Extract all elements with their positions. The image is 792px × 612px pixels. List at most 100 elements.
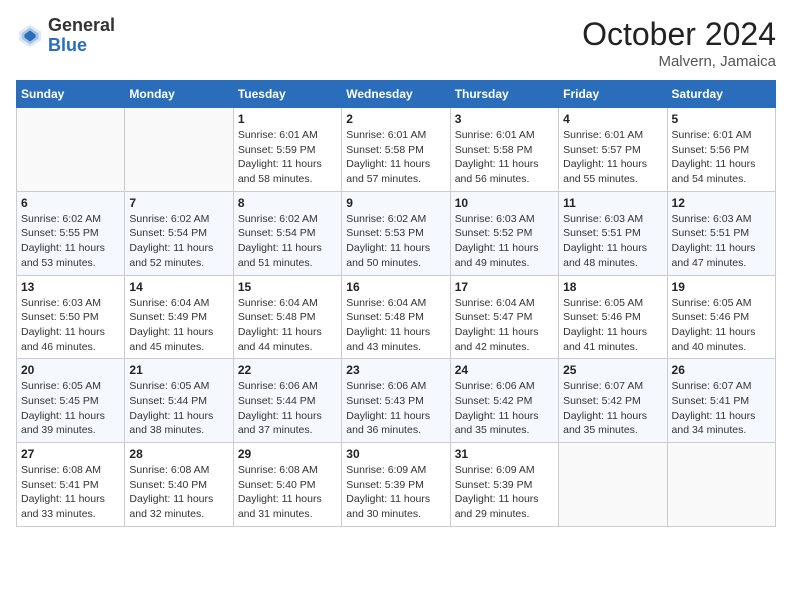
- day-detail: Sunrise: 6:04 AM Sunset: 5:49 PM Dayligh…: [129, 296, 228, 355]
- calendar-cell: [559, 443, 667, 527]
- day-number: 31: [455, 447, 554, 461]
- calendar-cell: 5 Sunrise: 6:01 AM Sunset: 5:56 PM Daylig…: [667, 108, 775, 192]
- weekday-header-wednesday: Wednesday: [342, 81, 450, 108]
- day-number: 15: [238, 280, 337, 294]
- day-number: 2: [346, 112, 445, 126]
- day-number: 5: [672, 112, 771, 126]
- day-detail: Sunrise: 6:04 AM Sunset: 5:47 PM Dayligh…: [455, 296, 554, 355]
- day-detail: Sunrise: 6:03 AM Sunset: 5:51 PM Dayligh…: [672, 212, 771, 271]
- day-number: 10: [455, 196, 554, 210]
- day-detail: Sunrise: 6:06 AM Sunset: 5:42 PM Dayligh…: [455, 379, 554, 438]
- day-detail: Sunrise: 6:09 AM Sunset: 5:39 PM Dayligh…: [346, 463, 445, 522]
- calendar-cell: 1 Sunrise: 6:01 AM Sunset: 5:59 PM Daylig…: [233, 108, 341, 192]
- calendar-cell: 6 Sunrise: 6:02 AM Sunset: 5:55 PM Daylig…: [17, 191, 125, 275]
- calendar-cell: 19Sunrise: 6:05 AM Sunset: 5:46 PM Dayli…: [667, 275, 775, 359]
- calendar-cell: 24 Sunrise: 6:06 AM Sunset: 5:42 PM Dayli…: [450, 359, 558, 443]
- calendar-cell: 11 Sunrise: 6:03 AM Sunset: 5:51 PM Dayli…: [559, 191, 667, 275]
- location: Malvern, Jamaica: [582, 53, 776, 70]
- day-number: 26: [672, 363, 771, 377]
- day-number: 30: [346, 447, 445, 461]
- day-detail: Sunrise: 6:04 AM Sunset: 5:48 PM Dayligh…: [238, 296, 337, 355]
- calendar-table: SundayMondayTuesdayWednesdayThursdayFrid…: [16, 80, 776, 527]
- calendar-cell: 30 Sunrise: 6:09 AM Sunset: 5:39 PM Dayli…: [342, 443, 450, 527]
- day-detail: Sunrise: 6:02 AM Sunset: 5:55 PM Dayligh…: [21, 212, 120, 271]
- day-detail: Sunrise: 6:05 AM Sunset: 5:46 PM Dayligh…: [672, 296, 771, 355]
- day-number: 1: [238, 112, 337, 126]
- day-detail: Sunrise: 6:08 AM Sunset: 5:40 PM Dayligh…: [129, 463, 228, 522]
- day-number: 28: [129, 447, 228, 461]
- day-detail: Sunrise: 6:02 AM Sunset: 5:54 PM Dayligh…: [129, 212, 228, 271]
- day-number: 12: [672, 196, 771, 210]
- day-number: 24: [455, 363, 554, 377]
- day-number: 9: [346, 196, 445, 210]
- calendar-cell: 21 Sunrise: 6:05 AM Sunset: 5:44 PM Dayli…: [125, 359, 233, 443]
- day-detail: Sunrise: 6:03 AM Sunset: 5:52 PM Dayligh…: [455, 212, 554, 271]
- day-detail: Sunrise: 6:03 AM Sunset: 5:51 PM Dayligh…: [563, 212, 662, 271]
- day-detail: Sunrise: 6:07 AM Sunset: 5:42 PM Dayligh…: [563, 379, 662, 438]
- day-detail: Sunrise: 6:01 AM Sunset: 5:58 PM Dayligh…: [346, 128, 445, 187]
- day-detail: Sunrise: 6:03 AM Sunset: 5:50 PM Dayligh…: [21, 296, 120, 355]
- day-detail: Sunrise: 6:05 AM Sunset: 5:45 PM Dayligh…: [21, 379, 120, 438]
- logo: General Blue: [16, 16, 115, 56]
- day-detail: Sunrise: 6:09 AM Sunset: 5:39 PM Dayligh…: [455, 463, 554, 522]
- day-detail: Sunrise: 6:01 AM Sunset: 5:56 PM Dayligh…: [672, 128, 771, 187]
- day-detail: Sunrise: 6:08 AM Sunset: 5:40 PM Dayligh…: [238, 463, 337, 522]
- day-number: 23: [346, 363, 445, 377]
- calendar-cell: [17, 108, 125, 192]
- title-block: October 2024 Malvern, Jamaica: [582, 16, 776, 70]
- day-detail: Sunrise: 6:06 AM Sunset: 5:43 PM Dayligh…: [346, 379, 445, 438]
- month-title: October 2024: [582, 16, 776, 53]
- weekday-header-monday: Monday: [125, 81, 233, 108]
- day-number: 13: [21, 280, 120, 294]
- calendar-week-1: 1 Sunrise: 6:01 AM Sunset: 5:59 PM Daylig…: [17, 108, 776, 192]
- day-number: 7: [129, 196, 228, 210]
- day-detail: Sunrise: 6:07 AM Sunset: 5:41 PM Dayligh…: [672, 379, 771, 438]
- day-detail: Sunrise: 6:02 AM Sunset: 5:53 PM Dayligh…: [346, 212, 445, 271]
- day-number: 21: [129, 363, 228, 377]
- day-number: 6: [21, 196, 120, 210]
- calendar-cell: 28 Sunrise: 6:08 AM Sunset: 5:40 PM Dayli…: [125, 443, 233, 527]
- day-number: 27: [21, 447, 120, 461]
- calendar-cell: 17 Sunrise: 6:04 AM Sunset: 5:47 PM Dayli…: [450, 275, 558, 359]
- calendar-week-4: 20 Sunrise: 6:05 AM Sunset: 5:45 PM Dayli…: [17, 359, 776, 443]
- day-detail: Sunrise: 6:05 AM Sunset: 5:44 PM Dayligh…: [129, 379, 228, 438]
- day-number: 18: [563, 280, 662, 294]
- day-detail: Sunrise: 6:01 AM Sunset: 5:57 PM Dayligh…: [563, 128, 662, 187]
- day-number: 25: [563, 363, 662, 377]
- weekday-header-friday: Friday: [559, 81, 667, 108]
- calendar-cell: 14Sunrise: 6:04 AM Sunset: 5:49 PM Dayli…: [125, 275, 233, 359]
- day-number: 16: [346, 280, 445, 294]
- calendar-week-5: 27Sunrise: 6:08 AM Sunset: 5:41 PM Dayli…: [17, 443, 776, 527]
- calendar-cell: 10 Sunrise: 6:03 AM Sunset: 5:52 PM Dayli…: [450, 191, 558, 275]
- calendar-body: 1 Sunrise: 6:01 AM Sunset: 5:59 PM Daylig…: [17, 108, 776, 527]
- weekday-header-thursday: Thursday: [450, 81, 558, 108]
- day-detail: Sunrise: 6:01 AM Sunset: 5:59 PM Dayligh…: [238, 128, 337, 187]
- calendar-cell: [125, 108, 233, 192]
- calendar-header-row: SundayMondayTuesdayWednesdayThursdayFrid…: [17, 81, 776, 108]
- day-number: 11: [563, 196, 662, 210]
- calendar-cell: 13 Sunrise: 6:03 AM Sunset: 5:50 PM Dayli…: [17, 275, 125, 359]
- calendar-cell: 26 Sunrise: 6:07 AM Sunset: 5:41 PM Dayli…: [667, 359, 775, 443]
- calendar-cell: [667, 443, 775, 527]
- day-detail: Sunrise: 6:06 AM Sunset: 5:44 PM Dayligh…: [238, 379, 337, 438]
- weekday-header-saturday: Saturday: [667, 81, 775, 108]
- day-number: 22: [238, 363, 337, 377]
- day-number: 3: [455, 112, 554, 126]
- day-number: 20: [21, 363, 120, 377]
- logo-text: General Blue: [48, 16, 115, 56]
- day-number: 17: [455, 280, 554, 294]
- calendar-week-2: 6 Sunrise: 6:02 AM Sunset: 5:55 PM Daylig…: [17, 191, 776, 275]
- calendar-cell: 20 Sunrise: 6:05 AM Sunset: 5:45 PM Dayli…: [17, 359, 125, 443]
- calendar-cell: 27Sunrise: 6:08 AM Sunset: 5:41 PM Dayli…: [17, 443, 125, 527]
- calendar-cell: 29Sunrise: 6:08 AM Sunset: 5:40 PM Dayli…: [233, 443, 341, 527]
- calendar-cell: 3Sunrise: 6:01 AM Sunset: 5:58 PM Daylig…: [450, 108, 558, 192]
- calendar-cell: 9 Sunrise: 6:02 AM Sunset: 5:53 PM Daylig…: [342, 191, 450, 275]
- day-detail: Sunrise: 6:02 AM Sunset: 5:54 PM Dayligh…: [238, 212, 337, 271]
- day-detail: Sunrise: 6:04 AM Sunset: 5:48 PM Dayligh…: [346, 296, 445, 355]
- day-number: 8: [238, 196, 337, 210]
- day-number: 4: [563, 112, 662, 126]
- calendar-cell: 25 Sunrise: 6:07 AM Sunset: 5:42 PM Dayli…: [559, 359, 667, 443]
- weekday-header-sunday: Sunday: [17, 81, 125, 108]
- calendar-cell: 8 Sunrise: 6:02 AM Sunset: 5:54 PM Daylig…: [233, 191, 341, 275]
- calendar-cell: 23 Sunrise: 6:06 AM Sunset: 5:43 PM Dayli…: [342, 359, 450, 443]
